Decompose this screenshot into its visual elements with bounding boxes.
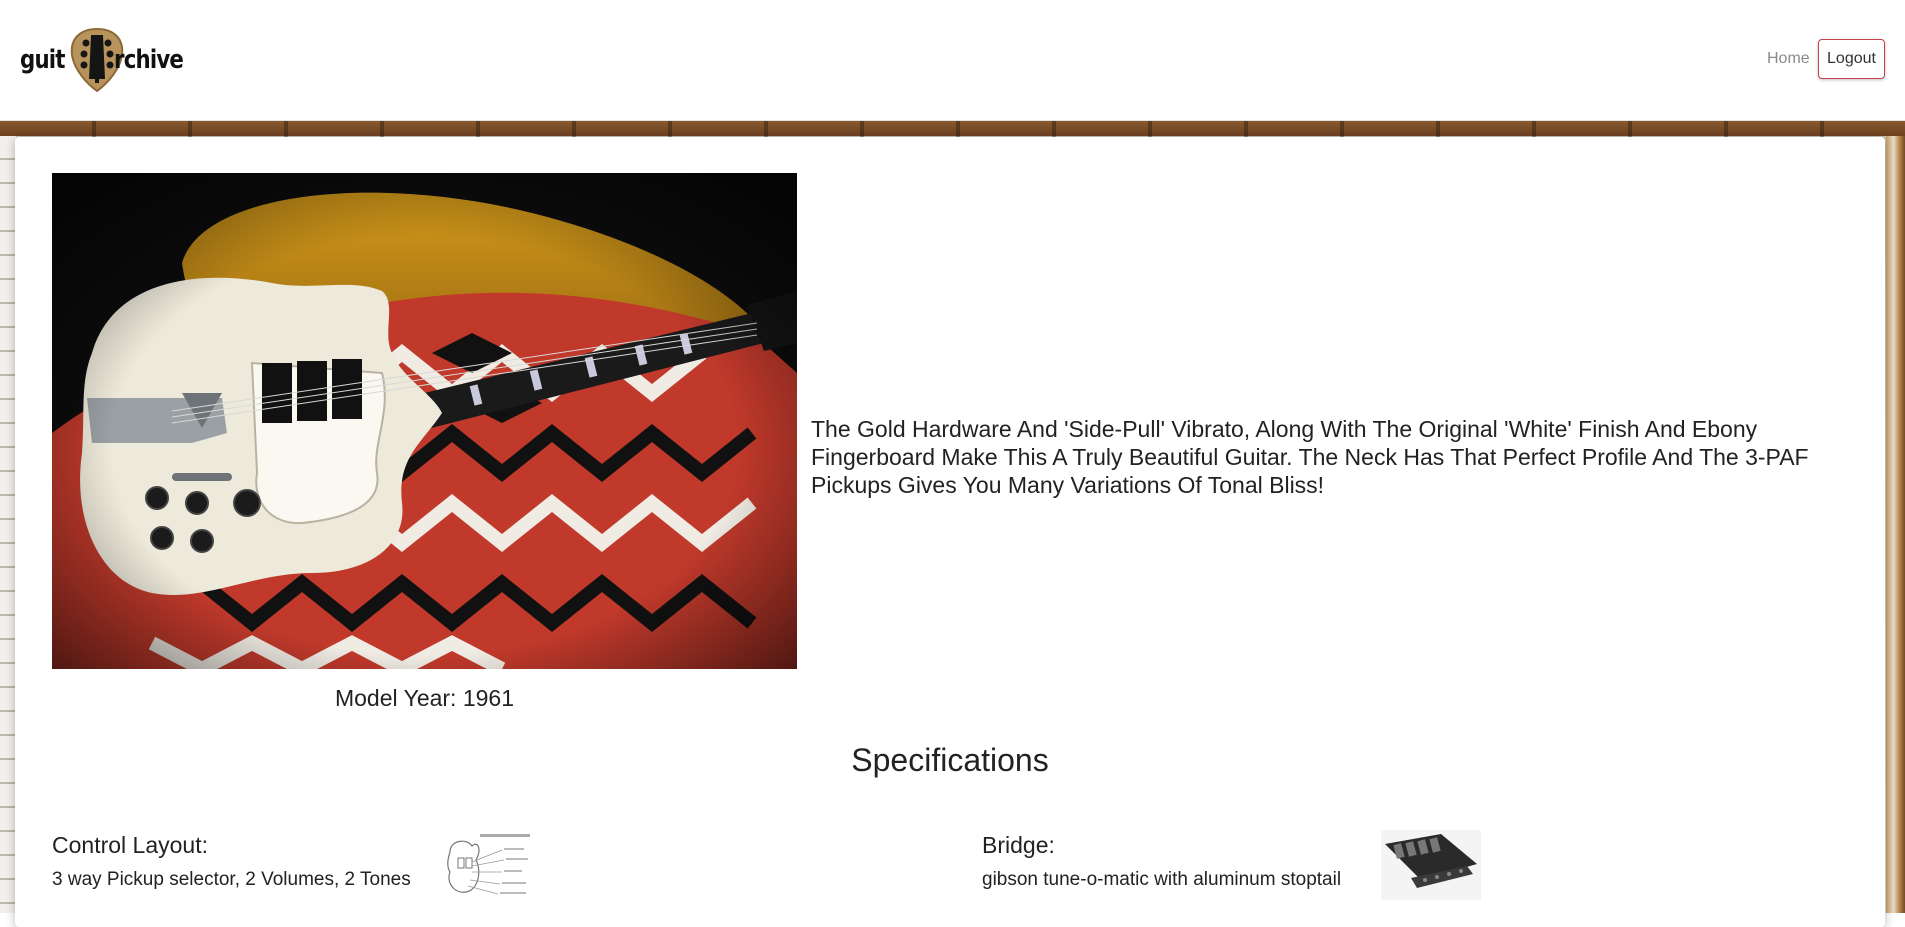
store-wall-left xyxy=(0,136,16,913)
spec-value: gibson tune-o-matic with aluminum stopta… xyxy=(982,869,1342,890)
model-year-label: Model Year: xyxy=(334,685,457,711)
logo-text-left: guit xyxy=(20,45,65,75)
model-year-value: 1961 xyxy=(462,685,515,711)
site-logo[interactable]: guit rchive xyxy=(20,27,199,93)
spec-label: Control Layout: xyxy=(52,832,208,858)
bridge-photo-thumbnail[interactable] xyxy=(1381,830,1481,900)
navbar: guit rchive Home Logout xyxy=(0,0,1905,121)
store-wall-right xyxy=(1886,136,1905,913)
guitar-description: The Gold Hardware And 'Side-Pull' Vibrat… xyxy=(811,416,1809,498)
guitar-detail-card: The Gold Hardware And 'Side-Pull' Vibrat… xyxy=(15,137,1885,927)
wiring-diagram-thumbnail[interactable] xyxy=(442,832,542,900)
model-year: Model Year: 1961 xyxy=(52,685,797,712)
guitar-photo xyxy=(52,173,797,669)
specifications-heading: Specifications xyxy=(851,742,1049,778)
spec-value: 3 way Pickup selector, 2 Volumes, 2 Tone… xyxy=(52,869,411,890)
spec-control-layout: Control Layout: 3 way Pickup selector, 2… xyxy=(52,832,411,891)
spec-label: Bridge: xyxy=(982,832,1055,858)
nav-home-link[interactable]: Home xyxy=(1767,50,1810,68)
logo-text-right: rchive xyxy=(114,45,184,75)
spec-bridge: Bridge: gibson tune-o-matic with aluminu… xyxy=(982,832,1341,891)
logout-button[interactable]: Logout xyxy=(1818,39,1885,79)
